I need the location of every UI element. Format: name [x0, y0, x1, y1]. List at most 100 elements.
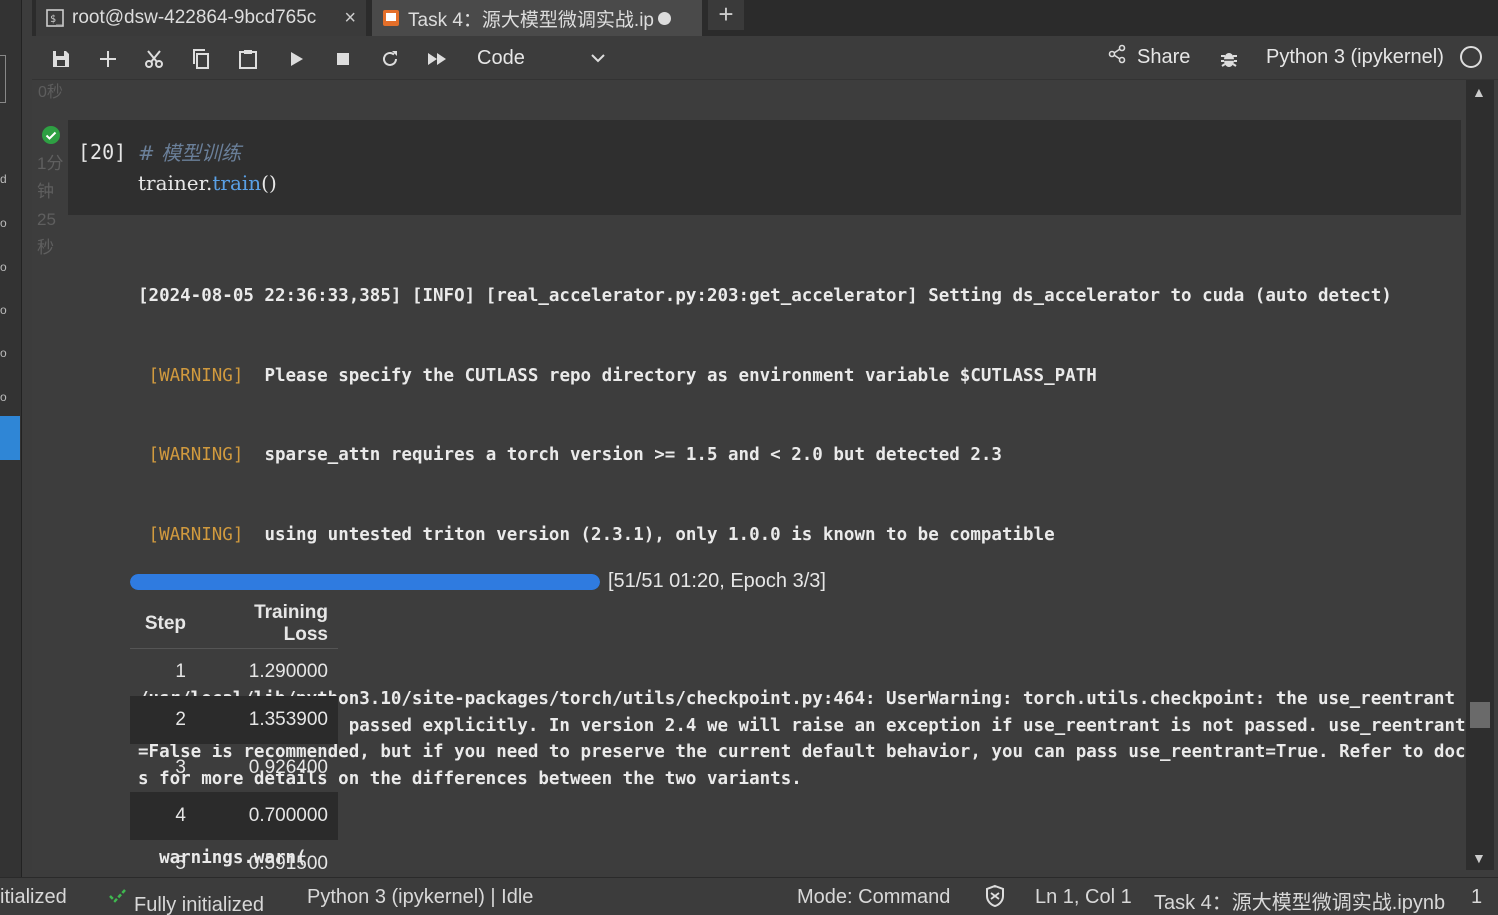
notebook-icon: [382, 9, 400, 27]
table-header-row: Step Training Loss: [130, 600, 338, 649]
status-cursor-position[interactable]: Ln 1, Col 1: [1035, 886, 1132, 909]
share-icon: [1107, 44, 1127, 70]
share-label: Share: [1137, 45, 1191, 68]
notebook-panel[interactable]: 0秒 1分钟25秒 [20] # 模型训练 trainer.train() [2…: [32, 80, 1498, 870]
main-area: $_ root@dsw-422864-9bcd765c × Task 4：源大模…: [32, 0, 1498, 877]
column-header-step: Step: [130, 600, 196, 649]
sidebar-panel-edge: [0, 55, 6, 103]
cell-step: 3: [175, 757, 186, 778]
left-sidebar: d o o o o o: [0, 0, 22, 877]
cell-step: 2: [130, 696, 196, 744]
training-progress: [51/51 01:20, Epoch 3/3]: [130, 570, 826, 593]
progress-bar-fill: [130, 573, 600, 590]
sidebar-item-mark[interactable]: o: [0, 346, 7, 360]
add-cell-icon[interactable]: [95, 46, 121, 72]
shield-icon[interactable]: [984, 884, 1006, 914]
tab-terminal[interactable]: $_ root@dsw-422864-9bcd765c ×: [36, 0, 366, 36]
tab-label: root@dsw-422864-9bcd765c: [72, 7, 317, 28]
sidebar-item-active[interactable]: [0, 416, 20, 460]
code-function: train: [212, 171, 262, 195]
column-header-loss: Training Loss: [196, 600, 338, 649]
table-row: 4 0.700000: [130, 792, 338, 840]
status-mode: Mode: Command: [797, 886, 951, 908]
restart-icon[interactable]: [377, 46, 403, 72]
cell-type-select[interactable]: Code: [477, 44, 607, 72]
run-icon[interactable]: [283, 46, 309, 72]
output-info-line: [2024-08-05 22:36:33,385] [INFO] [real_a…: [138, 286, 1392, 306]
sidebar-item-mark[interactable]: o: [0, 216, 7, 230]
sidebar-item-mark[interactable]: o: [0, 390, 7, 404]
cell-step: 5: [175, 853, 186, 870]
warning-text: using untested triton version (2.3.1), o…: [253, 524, 1055, 545]
kernel-status-icon: [1460, 46, 1482, 68]
cell-loss: 1.290000: [248, 661, 328, 683]
warning-text: sparse_attn requires a torch version >= …: [253, 445, 1002, 465]
code-text[interactable]: # 模型训练 trainer.train(): [138, 138, 277, 198]
cell-step: 1: [175, 661, 186, 683]
sidebar-item-mark[interactable]: o: [0, 260, 7, 274]
run-all-icon[interactable]: [424, 46, 450, 72]
cell-loss: 1.353900: [196, 696, 338, 744]
table-row: 3 0.926400: [130, 744, 338, 792]
unsaved-dot-icon[interactable]: [657, 11, 671, 25]
notebook-scrollbar[interactable]: ▲ ▼: [1466, 80, 1494, 870]
table-row: 1 1.290000: [130, 648, 338, 696]
scroll-thumb[interactable]: [1470, 702, 1490, 728]
tab-label: Task 4：源大模型微调实战.ip: [408, 9, 654, 31]
cell-loss: 0.926400: [248, 757, 328, 778]
status-count: 1: [1471, 886, 1483, 908]
progress-text: [51/51 01:20, Epoch 3/3]: [608, 570, 826, 592]
status-fully-initialized[interactable]: Fully initialized: [108, 886, 264, 915]
jupyter-window: d o o o o o $_ root@dsw-422864-9bcd765c …: [0, 0, 1498, 915]
scroll-down-icon[interactable]: ▼: [1472, 850, 1486, 866]
copy-icon[interactable]: [188, 46, 214, 72]
cell-step: 4: [130, 792, 196, 840]
paste-icon[interactable]: [235, 46, 261, 72]
svg-text:$_: $_: [50, 14, 63, 25]
table-row: 5 0.591500: [130, 840, 338, 870]
progress-bar: [130, 573, 600, 590]
code-object: trainer.: [138, 171, 213, 195]
kernel-name-button[interactable]: Python 3 (ipykernel): [1266, 46, 1444, 69]
cell-loss: 0.700000: [196, 792, 338, 840]
warning-tag: [WARNING]: [138, 524, 254, 545]
stop-icon[interactable]: [330, 46, 356, 72]
warning-text: Please specify the CUTLASS repo director…: [253, 365, 1097, 386]
warning-tag: [WARNING]: [138, 365, 254, 386]
sidebar-item-mark[interactable]: d: [0, 172, 7, 186]
sidebar-item-mark[interactable]: o: [0, 303, 7, 317]
scroll-up-icon[interactable]: ▲: [1472, 84, 1486, 100]
save-icon[interactable]: [48, 46, 74, 72]
training-loss-table: Step Training Loss 1 1.290000 2 1.353900 3…: [130, 600, 338, 870]
code-comment: # 模型训练: [138, 141, 242, 165]
code-cell-input[interactable]: [68, 120, 1461, 215]
cut-icon[interactable]: [141, 46, 167, 72]
status-bar: itialized Fully initialized Python 3 (ip…: [0, 877, 1498, 915]
notebook-toolbar: Code Share Python 3 (ipykernel): [32, 36, 1498, 80]
chevron-down-icon: [589, 44, 607, 80]
add-tab-button[interactable]: +: [708, 0, 744, 30]
code-paren: (): [261, 171, 277, 195]
status-kernel-state[interactable]: Python 3 (ipykernel) | Idle: [307, 886, 533, 909]
status-filename: Task 4：源大模型微调实战.ipynb: [1154, 892, 1446, 914]
output-warning-line: [WARNING] Please specify the CUTLASS rep…: [138, 363, 1468, 390]
tab-notebook[interactable]: Task 4：源大模型微调实战.ip: [372, 0, 702, 36]
initialized-icon: [109, 889, 126, 903]
close-icon[interactable]: ×: [340, 7, 356, 30]
debugger-bug-icon[interactable]: [1218, 48, 1240, 75]
status-fully-label: Fully initialized: [134, 894, 265, 915]
share-button[interactable]: Share: [1107, 44, 1190, 70]
tab-bar: $_ root@dsw-422864-9bcd765c × Task 4：源大模…: [32, 0, 1498, 36]
prev-cell-exec-time: 0秒: [38, 84, 63, 101]
cell-loss: 0.591500: [248, 853, 328, 870]
status-initialized-partial: itialized: [0, 886, 67, 908]
output-warning-line: [WARNING] using untested triton version …: [138, 522, 1468, 549]
warning-tag: [WARNING]: [138, 445, 254, 465]
success-check-icon: [42, 126, 60, 144]
cell-exec-time: 1分钟25秒: [37, 154, 64, 257]
execution-count: [20]: [78, 140, 127, 164]
output-warning-line: [WARNING] sparse_attn requires a torch v…: [138, 442, 1468, 469]
table-row: 2 1.353900: [130, 696, 338, 744]
terminal-icon: $_: [46, 9, 64, 27]
cell-type-label: Code: [477, 47, 525, 69]
